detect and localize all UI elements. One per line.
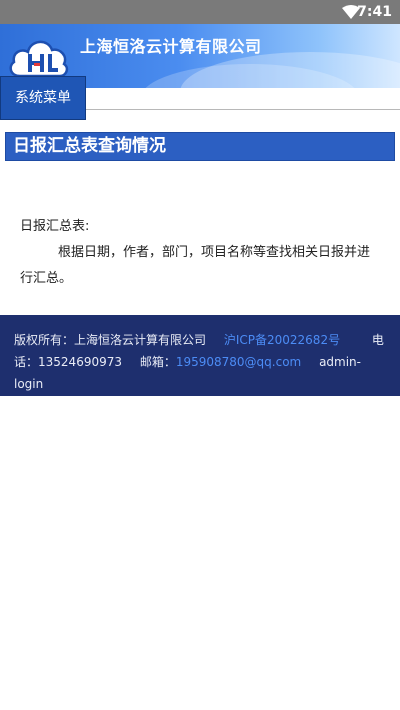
system-menu-button[interactable]: 系统菜单 <box>0 76 86 120</box>
company-name: 上海恒洛云计算有限公司 <box>80 37 262 56</box>
footer-email-label: 邮箱： <box>139 355 176 369</box>
content-area: 日报汇总表: 根据日期，作者，部门，项目名称等查找相关日报并进行汇总。 <box>20 214 382 292</box>
footer: 版权所有：上海恒洛云计算有限公司 沪ICP备20022682号 电话：13524… <box>0 315 400 396</box>
content-description: 根据日期，作者，部门，项目名称等查找相关日报并进行汇总。 <box>20 245 371 286</box>
page-title: 日报汇总表查询情况 <box>5 132 395 161</box>
icp-link[interactable]: 沪ICP备20022682号 <box>224 333 340 347</box>
status-time: 7:41 <box>357 4 392 20</box>
footer-copyright: 版权所有：上海恒洛云计算有限公司 <box>14 333 207 347</box>
status-bar: 7:41 <box>0 0 400 24</box>
email-link[interactable]: 195908780@qq.com <box>176 355 301 369</box>
footer-phone: 13524690973 <box>38 355 122 369</box>
content-label: 日报汇总表: <box>20 219 90 234</box>
cloud-logo-icon <box>9 40 69 78</box>
